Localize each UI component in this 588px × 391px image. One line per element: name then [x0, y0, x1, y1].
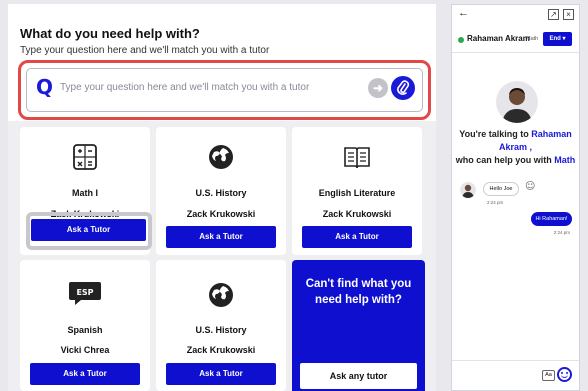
incoming-message: Hello Joe — [483, 182, 519, 196]
chat-header: ← ↗ × Rahaman Akram Math End ▾ — [452, 5, 579, 53]
book-icon — [342, 142, 372, 172]
talking-to-text: You're talking to Rahaman Akram , who ca… — [455, 129, 576, 165]
ask-tutor-button[interactable]: Ask a Tutor — [166, 226, 276, 248]
subject-card-english-literature: English Literature Zack Krukowski Ask a … — [292, 127, 422, 255]
ask-tutor-button[interactable]: Ask a Tutor — [166, 363, 276, 385]
chat-input-bar[interactable]: Aa — [452, 360, 579, 390]
ask-tutor-button[interactable]: Ask a Tutor — [302, 226, 412, 248]
subject-tag: Math — [526, 36, 539, 42]
subject-card-spanish: ESP Spanish Vicki Chrea Ask a Tutor — [20, 260, 150, 391]
close-icon[interactable]: × — [563, 9, 574, 20]
card-subject: Math I — [72, 188, 98, 198]
popout-icon[interactable]: ↗ — [548, 9, 559, 20]
globe-icon — [206, 142, 236, 172]
card-tutor-name: Zack Krukowski — [322, 209, 392, 219]
text-format-button[interactable]: Aa — [542, 370, 555, 381]
chat-panel: ← ↗ × Rahaman Akram Math End ▾ You're ta… — [451, 4, 580, 391]
message-time: 2:24 pm — [487, 200, 504, 205]
subject-card-us-history-2: U.S. History Zack Krukowski Ask a Tutor — [156, 260, 286, 391]
outgoing-message: Hi Rahaman! — [531, 212, 572, 226]
globe-icon — [206, 280, 236, 310]
help-panel: What do you need help with? Type your qu… — [8, 4, 436, 391]
calculator-icon — [70, 142, 100, 172]
paperclip-icon[interactable] — [391, 76, 415, 100]
avatar — [460, 182, 476, 198]
card-subject: Spanish — [67, 325, 103, 335]
search-placeholder: Type your question here and we'll match … — [60, 82, 310, 93]
card-tutor-name: Zack Krukowski — [186, 345, 256, 355]
card-subject: U.S. History — [195, 188, 247, 198]
page-title: What do you need help with? — [20, 26, 200, 41]
card-subject: English Literature — [318, 188, 396, 198]
search-input[interactable]: Q Type your question here and we'll matc… — [26, 68, 423, 112]
message-time: 2:24 pm — [553, 230, 570, 235]
end-session-button[interactable]: End ▾ — [543, 32, 572, 46]
ask-tutor-button[interactable]: Ask a Tutor — [30, 363, 140, 385]
emoji-react-icon[interactable]: ☺ — [525, 181, 535, 192]
card-tutor-name: Vicki Chrea — [60, 345, 110, 355]
cant-find-text: Can't find what you need help with? — [305, 278, 412, 306]
emoji-icon[interactable] — [557, 367, 572, 382]
search-highlight: Q Type your question here and we'll matc… — [18, 60, 431, 120]
back-arrow-icon[interactable]: ← — [458, 7, 469, 19]
svg-text:ESP: ESP — [76, 288, 93, 297]
online-status-icon — [458, 37, 464, 43]
tutor-name: Rahaman Akram — [467, 34, 530, 43]
card-tutor-name: Zack Krukowski — [186, 209, 256, 219]
avatar — [496, 81, 538, 123]
esp-icon: ESP — [68, 280, 102, 306]
subject-card-us-history: U.S. History Zack Krukowski Ask a Tutor — [156, 127, 286, 255]
cant-find-card: Can't find what you need help with? Ask … — [292, 260, 425, 391]
page-subtitle: Type your question here and we'll match … — [20, 45, 270, 56]
ask-any-tutor-button[interactable]: Ask any tutor — [300, 363, 417, 389]
ask-tutor-button[interactable]: Ask a Tutor — [31, 219, 146, 241]
q-logo-icon: Q — [36, 75, 54, 99]
card-subject: U.S. History — [195, 325, 247, 335]
arrow-right-icon[interactable]: ➜ — [368, 78, 388, 98]
